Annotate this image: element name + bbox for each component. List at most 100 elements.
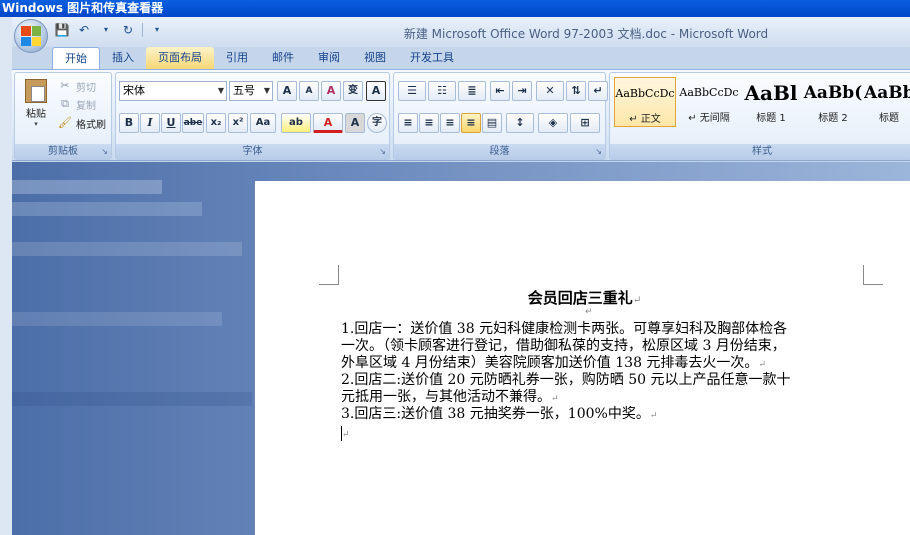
align-center-icon: ≡ [424,116,434,129]
justify-button[interactable]: ≡ [461,113,481,133]
bold-button[interactable]: B [119,113,139,133]
format-painter-label: 格式刷 [76,119,106,131]
borders-button[interactable]: ⊞ [570,113,600,133]
paste-button[interactable]: 粘贴 ▾ [21,77,51,129]
distributed-icon: ▤ [486,116,498,129]
superscript-button[interactable]: x² [228,113,248,133]
tab-review[interactable]: 审阅 [306,47,352,69]
char-shading-button[interactable]: A [345,113,365,133]
customize-qat-icon[interactable]: ▾ [149,22,165,38]
grow-font-button[interactable]: A [277,81,297,101]
paragraph-launcher-icon[interactable]: ↘ [595,147,602,156]
bullets-button[interactable]: ☰ [398,81,426,101]
paragraph-group-label: 段落 [394,144,605,159]
increase-indent-icon: ⇥ [517,84,527,97]
align-right-button[interactable]: ≡ [440,113,460,133]
font-name-value: 宋体 [123,84,145,97]
bullets-icon: ☰ [407,84,417,97]
decrease-indent-button[interactable]: ⇤ [490,81,510,101]
background-stripe [12,312,222,326]
undo-icon[interactable]: ↶ [76,22,92,38]
crop-mark [319,265,339,285]
align-center-button[interactable]: ≡ [419,113,439,133]
tab-developer[interactable]: 开发工具 [398,47,466,69]
paint-bucket-icon: ◈ [548,116,558,129]
tab-references[interactable]: 引用 [214,47,260,69]
copy-button[interactable]: ⧉ 复制 [57,95,96,113]
sort-button[interactable]: ⇅ [566,81,586,101]
style-heading-1[interactable]: AaBl 标题 1 [740,77,802,127]
clipboard-launcher-icon[interactable]: ↘ [101,147,108,156]
font-color-button[interactable]: A [313,113,343,133]
viewer-titlebar: Windows 图片和传真查看器 [0,0,910,17]
style-title[interactable]: AaBb 标题 [864,77,910,127]
italic-button[interactable]: I [140,113,160,133]
font-size-value: 五号 [233,84,255,97]
char-border-button[interactable]: A [366,81,386,101]
tab-page-layout[interactable]: 页面布局 [146,47,214,69]
multilevel-list-icon: ≣ [467,84,477,97]
document-line: 一次。（领卡顾客进行登记，借助御私葆的支持，松原区域 3 月份结束， [341,338,786,354]
tab-mailings[interactable]: 邮件 [260,47,306,69]
enclose-char-button[interactable]: 字 [367,113,387,133]
subscript-button[interactable]: x₂ [206,113,226,133]
style-no-spacing[interactable]: AaBbCcDc ↵ 无间隔 [678,77,740,127]
underline-button[interactable]: U [161,113,181,133]
group-paragraph: ☰ ☷ ≣ ⇤ ⇥ ✕ ⇅ ↵ ≡ ≡ ≡ ≡ ▤ ↕ ◈ ⊞ 段落 ↘ [393,72,608,160]
align-right-icon: ≡ [445,116,455,129]
style-name: 标题 2 [818,113,848,124]
style-sample: AaBl [744,81,798,105]
distributed-button[interactable]: ▤ [482,113,502,133]
group-styles: AaBbCcDc ↵ 正文 AaBbCcDc ↵ 无间隔 AaBl 标题 1 A… [609,72,910,160]
clipboard-group-label: 剪贴板 [15,144,111,159]
sort-icon: ⇅ [571,84,581,97]
scissors-icon: ✂ [60,79,70,92]
office-logo-icon [21,26,41,46]
font-launcher-icon[interactable]: ↘ [379,147,386,156]
format-painter-button[interactable]: 🖌 格式刷 [57,114,106,132]
tab-view[interactable]: 视图 [352,47,398,69]
increase-indent-button[interactable]: ⇥ [512,81,532,101]
copy-label: 复制 [76,100,96,112]
show-marks-button[interactable]: ↵ [588,81,608,101]
font-size-combo[interactable]: 五号 ▼ [229,81,273,101]
viewer-title: Windows 图片和传真查看器 [2,1,164,15]
cut-button[interactable]: ✂ 剪切 [57,77,96,95]
paste-icon [25,79,47,103]
group-font: 宋体 ▼ 五号 ▼ A A A 变 A B I U abe x₂ x² Aa a… [115,72,390,160]
paste-dropdown-icon: ▾ [34,120,38,128]
chevron-down-icon: ▼ [263,86,270,95]
change-case-button[interactable]: Aa [250,113,276,133]
line-spacing-button[interactable]: ↕ [506,113,534,133]
paste-label: 粘贴 [26,109,46,120]
styles-group-label: 样式 [610,144,910,159]
strikethrough-button[interactable]: abe [182,113,204,133]
clear-format-button[interactable]: A [321,81,341,101]
phonetic-guide-button[interactable]: 变 [343,81,363,101]
shading-button[interactable]: ◈ [538,113,568,133]
undo-dropdown-icon[interactable]: ▾ [98,22,114,38]
style-heading-2[interactable]: AaBb( 标题 2 [802,77,864,127]
document-line: 1.回店一：送价值 38 元妇科健康检测卡两张。可尊享妇科及胸部体检各 [341,321,788,337]
highlight-button[interactable]: ab [281,113,311,133]
qat-separator [142,23,143,37]
brush-icon: 🖌 [58,116,72,129]
multilevel-list-button[interactable]: ≣ [458,81,486,101]
borders-icon: ⊞ [580,116,590,129]
numbering-button[interactable]: ☷ [428,81,456,101]
background-stripe [12,242,242,256]
chevron-down-icon: ▼ [217,86,224,95]
font-name-combo[interactable]: 宋体 ▼ [119,81,227,101]
style-normal[interactable]: AaBbCcDc ↵ 正文 [614,77,676,127]
line-spacing-icon: ↕ [515,116,525,129]
tab-insert[interactable]: 插入 [100,47,146,69]
redo-icon[interactable]: ↻ [120,22,136,38]
tab-home[interactable]: 开始 [52,47,100,69]
office-button[interactable] [14,19,48,53]
shrink-font-button[interactable]: A [299,81,319,101]
chinese-layout-button[interactable]: ✕ [536,81,564,101]
font-group-label: 字体 [116,144,389,159]
align-left-icon: ≡ [403,116,413,129]
save-icon[interactable]: 💾 [54,22,70,38]
align-left-button[interactable]: ≡ [398,113,418,133]
